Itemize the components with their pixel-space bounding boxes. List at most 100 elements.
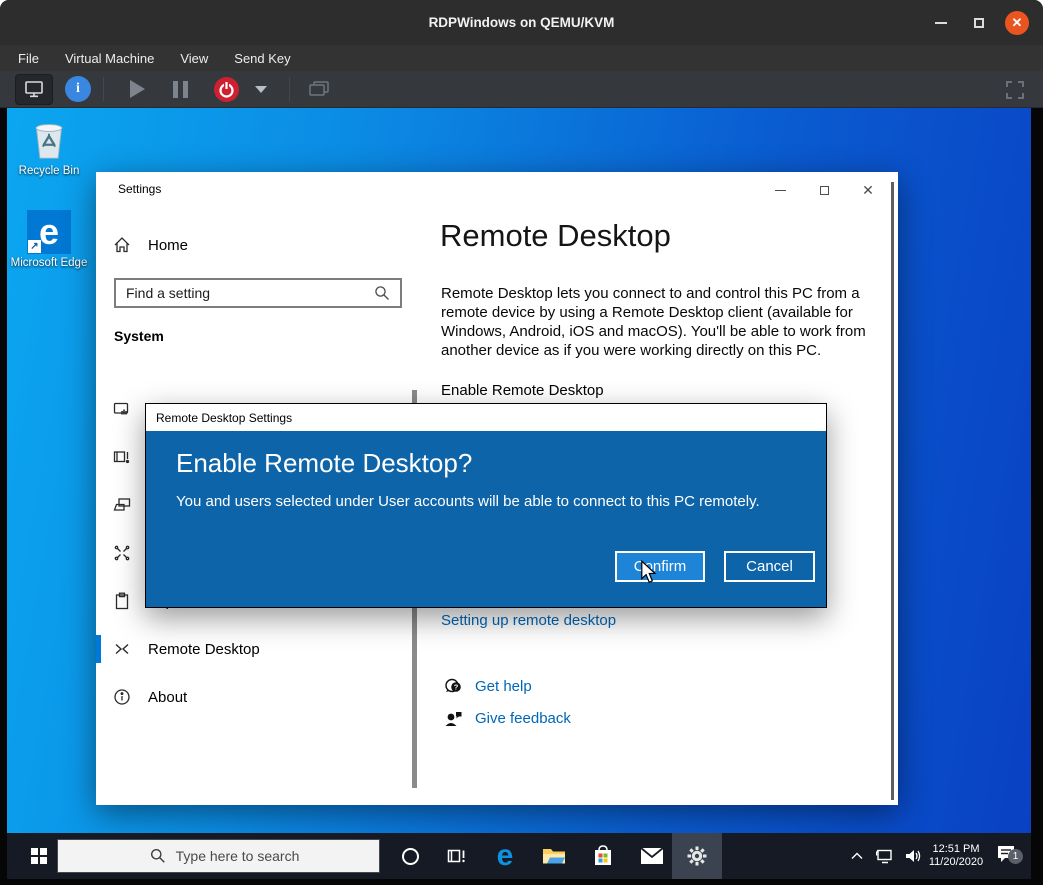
volume-tray-button[interactable] (899, 833, 927, 879)
dialog-heading: Enable Remote Desktop? (176, 448, 472, 479)
clipboard-icon (113, 592, 131, 610)
tablet-mode-icon (113, 400, 131, 418)
main-pane-scrollbar[interactable] (891, 182, 894, 800)
mail-icon (640, 847, 664, 865)
menu-file[interactable]: File (18, 51, 39, 66)
pause-icon[interactable] (173, 81, 188, 98)
home-label: Home (148, 237, 188, 254)
sidebar-item-about[interactable]: About (96, 683, 414, 711)
shortcut-arrow-icon: ↗ (28, 240, 41, 253)
vm-window: RDPWindows on QEMU/KVM ✕ File Virtual Ma… (0, 0, 1043, 885)
windows-screen: Recycle Bin e ↗ Microsoft Edge Settings (7, 108, 1031, 879)
action-center-button[interactable]: 1 (989, 833, 1023, 879)
dialog-body: Enable Remote Desktop? You and users sel… (146, 431, 826, 607)
search-icon (150, 848, 166, 864)
about-info-icon (113, 688, 131, 706)
taskbar-edge-button[interactable]: e (485, 833, 525, 879)
give-feedback-row[interactable]: Give feedback (444, 709, 571, 728)
vm-close-button[interactable]: ✕ (1005, 11, 1029, 35)
menu-send-key[interactable]: Send Key (234, 51, 290, 66)
mail-button[interactable] (632, 833, 672, 879)
network-icon (876, 848, 894, 864)
get-help-link[interactable]: Get help (475, 678, 532, 695)
edge-shortcut[interactable]: e ↗ Microsoft Edge (7, 210, 91, 270)
windows-taskbar: Type here to search e (7, 833, 1031, 879)
store-button[interactable] (583, 833, 623, 879)
dialog-message: You and users selected under User accoun… (176, 493, 760, 510)
network-tray-button[interactable] (871, 833, 899, 879)
toolbar-separator (289, 77, 290, 101)
guest-display-area: Recycle Bin e ↗ Microsoft Edge Settings (0, 108, 1043, 885)
gear-icon (686, 845, 708, 867)
task-view-icon (447, 847, 467, 865)
taskbar-search-box[interactable]: Type here to search (57, 839, 380, 873)
home-icon (113, 236, 131, 254)
vm-window-title: RDPWindows on QEMU/KVM (429, 15, 615, 30)
recycle-bin-shortcut[interactable]: Recycle Bin (7, 116, 91, 178)
shutdown-icon[interactable] (214, 77, 239, 102)
clock-date: 11/20/2020 (929, 856, 983, 870)
cortana-icon (402, 848, 419, 865)
tray-expand-button[interactable] (843, 833, 871, 879)
speaker-icon (904, 848, 922, 864)
search-icon (374, 285, 390, 301)
settings-search-input[interactable]: Find a setting (126, 285, 374, 301)
multitasking-icon (113, 448, 131, 466)
settings-taskbar-button[interactable] (672, 833, 722, 879)
settings-close-button[interactable]: ✕ (846, 178, 890, 202)
menu-virtual-machine[interactable]: Virtual Machine (65, 51, 154, 66)
microsoft-store-icon (592, 844, 614, 868)
windows-logo-icon (31, 848, 47, 864)
edge-icon: e ↗ (27, 210, 71, 254)
sidebar-item-home[interactable]: Home (113, 232, 188, 258)
file-explorer-icon (542, 846, 566, 866)
sidebar-item-remote-desktop[interactable]: Remote Desktop (96, 635, 414, 663)
file-explorer-button[interactable] (534, 833, 574, 879)
page-title: Remote Desktop (440, 218, 671, 254)
cortana-button[interactable] (390, 833, 430, 879)
vm-titlebar: RDPWindows on QEMU/KVM ✕ (0, 0, 1043, 45)
settings-maximize-button[interactable] (802, 178, 846, 202)
task-view-button[interactable] (437, 833, 477, 879)
dialog-title: Remote Desktop Settings (156, 411, 292, 425)
taskbar-clock[interactable]: 12:51 PM 11/20/2020 (927, 833, 985, 879)
dialog-titlebar[interactable]: Remote Desktop Settings (146, 404, 826, 431)
vm-maximize-button[interactable] (967, 11, 991, 35)
shared-experiences-icon (113, 544, 131, 562)
mouse-cursor (639, 560, 659, 584)
edge-label: Microsoft Edge (11, 257, 88, 270)
shutdown-menu-caret-icon[interactable] (255, 86, 267, 93)
start-button[interactable] (21, 833, 57, 879)
displays-icon[interactable] (302, 74, 336, 105)
notification-badge: 1 (1008, 849, 1023, 864)
clock-time: 12:51 PM (929, 843, 983, 857)
give-feedback-link[interactable]: Give feedback (475, 710, 571, 727)
edge-icon: e (497, 839, 514, 873)
settings-minimize-button[interactable] (758, 178, 802, 202)
settings-section-title: System (114, 328, 164, 344)
vm-info-icon[interactable]: i (65, 76, 91, 102)
vm-minimize-button[interactable] (929, 11, 953, 35)
remote-desktop-label: Remote Desktop (148, 641, 260, 658)
windows-desktop[interactable]: Recycle Bin e ↗ Microsoft Edge Settings (7, 108, 1031, 833)
vm-toolbar: i (0, 71, 1043, 108)
recycle-bin-label: Recycle Bin (19, 165, 80, 178)
fullscreen-icon[interactable] (1005, 80, 1025, 105)
svg-text:?: ? (454, 683, 459, 692)
menu-view[interactable]: View (180, 51, 208, 66)
get-help-row[interactable]: ? Get help (444, 677, 532, 696)
help-bubble-icon: ? (444, 677, 463, 696)
confirm-button[interactable]: Confirm (615, 551, 705, 582)
recycle-bin-icon (26, 116, 72, 162)
remote-desktop-settings-dialog: Remote Desktop Settings Enable Remote De… (145, 403, 827, 608)
enable-remote-desktop-label: Enable Remote Desktop (441, 382, 604, 399)
console-monitor-icon[interactable] (15, 74, 53, 105)
toolbar-separator (103, 77, 104, 101)
play-icon[interactable] (130, 80, 145, 98)
settings-search-box[interactable]: Find a setting (114, 278, 402, 308)
taskbar-search-input[interactable]: Type here to search (176, 848, 300, 864)
setup-remote-desktop-link[interactable]: Setting up remote desktop (441, 612, 616, 629)
cancel-button[interactable]: Cancel (724, 551, 815, 582)
about-label: About (148, 689, 187, 706)
settings-window-title: Settings (118, 182, 161, 196)
